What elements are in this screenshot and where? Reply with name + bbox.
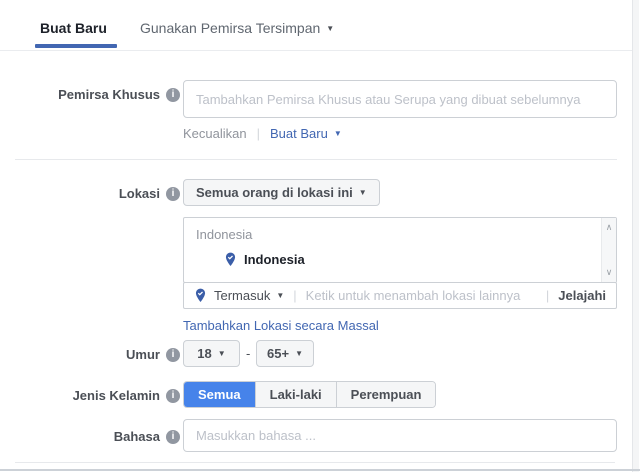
gender-label: Jenis Kelamin [72, 388, 160, 403]
gender-option-male[interactable]: Laki-laki [254, 382, 336, 407]
custom-audience-input[interactable] [183, 80, 617, 118]
chevron-down-icon: ▼ [276, 291, 285, 300]
exclude-link[interactable]: Kecualikan [183, 126, 247, 141]
age-min-value: 18 [197, 346, 212, 361]
create-new-audience-link[interactable]: Buat Baru ▼ [270, 126, 342, 141]
vertical-separator: | [545, 288, 550, 303]
chevron-down-icon: ▼ [217, 349, 226, 358]
age-range-separator: - [246, 346, 251, 361]
age-label: Umur [126, 347, 160, 362]
gender-segmented-control: Semua Laki-laki Perempuan [183, 381, 437, 408]
age-max-value: 65+ [267, 346, 290, 361]
info-icon[interactable]: i [166, 186, 180, 201]
panel-bottom-border [0, 469, 640, 471]
chevron-down-icon: ▼ [295, 349, 303, 358]
location-type-value: Semua orang di lokasi ini [196, 185, 353, 200]
include-dropdown-label: Termasuk [214, 288, 271, 303]
gender-label-row: Jenis Kelamin i [0, 388, 180, 403]
vertical-separator: | [256, 126, 260, 141]
add-location-input[interactable] [305, 288, 537, 303]
tab-use-saved-label: Gunakan Pemirsa Tersimpan [140, 20, 321, 36]
age-min-dropdown[interactable]: 18 ▼ [183, 340, 240, 367]
chevron-down-icon: ▼ [326, 24, 335, 33]
location-list-box: Indonesia Indonesia ∧ ∨ [183, 217, 617, 283]
location-pin-icon [225, 252, 236, 266]
chevron-down-icon: ▼ [333, 129, 342, 138]
info-icon[interactable]: i [166, 87, 180, 102]
gender-option-female[interactable]: Perempuan [335, 382, 436, 407]
location-type-dropdown[interactable]: Semua orang di lokasi ini ▼ [183, 179, 380, 206]
create-new-audience-label: Buat Baru [270, 126, 328, 141]
age-max-dropdown[interactable]: 65+ ▼ [256, 340, 314, 367]
tab-use-saved-audience[interactable]: Gunakan Pemirsa Tersimpan ▼ [140, 20, 334, 36]
tab-create-new[interactable]: Buat Baru [40, 20, 107, 36]
location-list-scrollbar[interactable]: ∧ ∨ [601, 218, 616, 282]
active-tab-underline [35, 44, 117, 48]
gender-option-all[interactable]: Semua [184, 382, 255, 407]
exclude-row: Kecualikan | Buat Baru ▼ [183, 126, 342, 141]
custom-audience-label-row: Pemirsa Khusus i [0, 87, 180, 102]
chevron-up-icon[interactable]: ∧ [602, 222, 616, 233]
selected-location-row[interactable]: Indonesia [224, 252, 305, 267]
include-dropdown[interactable]: Termasuk ▼ [214, 288, 284, 303]
audience-tabs: Buat Baru Gunakan Pemirsa Tersimpan ▼ [0, 0, 632, 51]
language-label-row: Bahasa i [0, 429, 180, 444]
vertical-separator: | [293, 288, 297, 303]
info-icon[interactable]: i [166, 347, 180, 362]
chevron-down-icon: ▼ [358, 188, 367, 197]
section-divider [15, 462, 615, 463]
location-label: Lokasi [118, 186, 160, 201]
location-list-header: Indonesia [196, 227, 253, 242]
info-icon[interactable]: i [166, 429, 180, 444]
custom-audience-label: Pemirsa Khusus [58, 87, 160, 102]
info-icon[interactable]: i [166, 388, 180, 403]
page-scrollbar[interactable] [632, 0, 639, 472]
language-label: Bahasa [113, 429, 160, 444]
location-pin-icon [195, 288, 206, 302]
browse-locations-button[interactable]: Jelajahi [558, 288, 606, 303]
location-label-row: Lokasi i [0, 186, 180, 201]
age-label-row: Umur i [0, 347, 180, 362]
language-input[interactable] [183, 419, 617, 452]
location-include-bar: Termasuk ▼ | | Jelajahi [183, 282, 617, 309]
selected-location-name: Indonesia [244, 252, 305, 267]
chevron-down-icon[interactable]: ∨ [602, 267, 616, 278]
bulk-add-locations-link[interactable]: Tambahkan Lokasi secara Massal [183, 318, 379, 333]
section-divider [15, 159, 617, 160]
